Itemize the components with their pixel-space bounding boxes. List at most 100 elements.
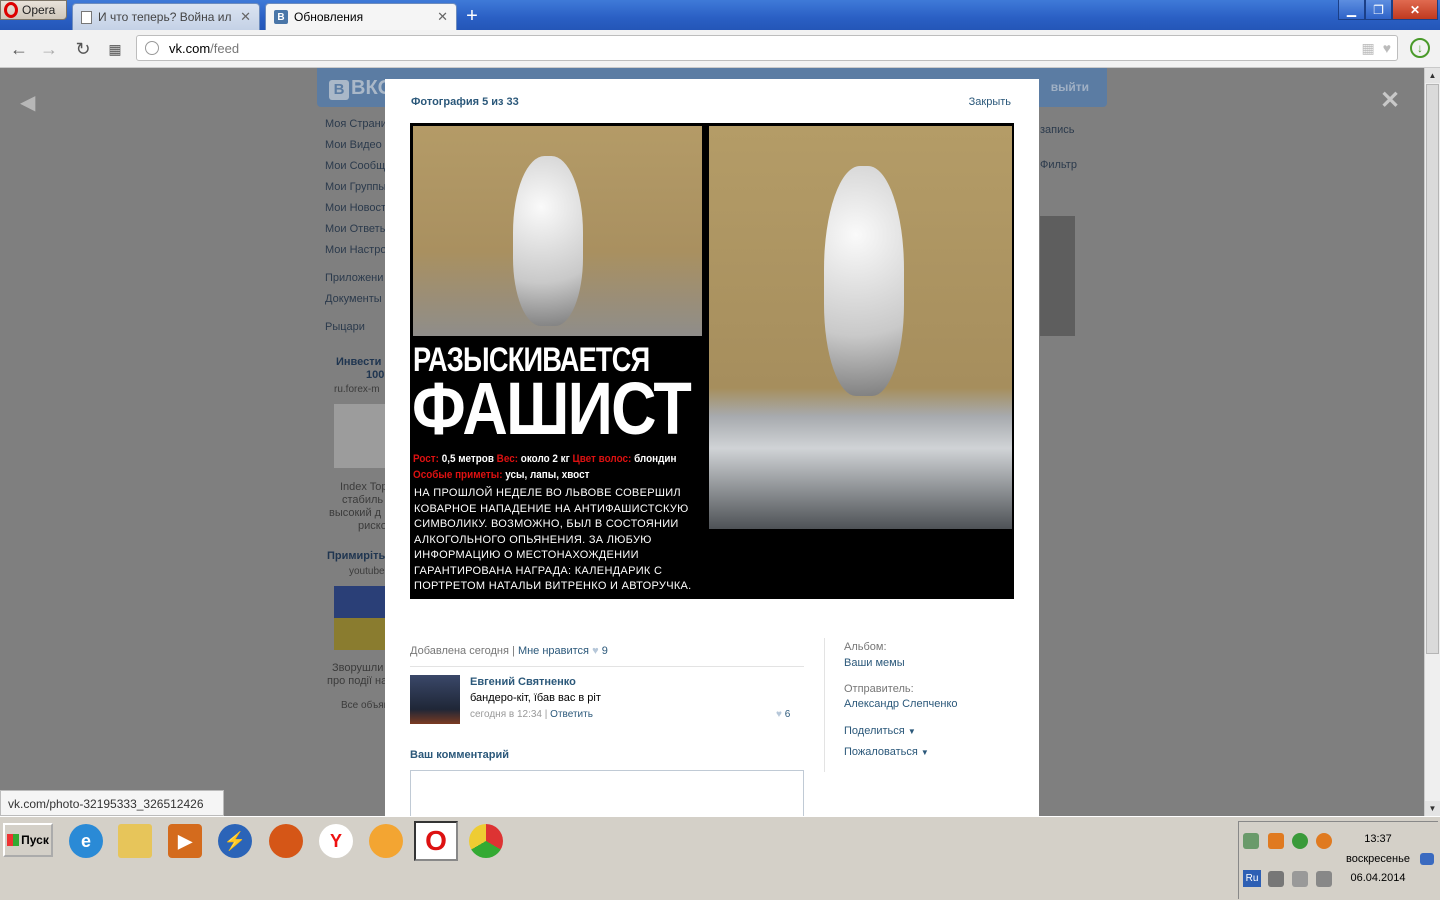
window-close-button[interactable]: ✕ xyxy=(1392,0,1438,20)
status-url: vk.com/photo-32195333_326512426 xyxy=(0,790,224,816)
sidebar-divider xyxy=(824,638,825,772)
comment-input[interactable] xyxy=(410,770,804,816)
ad2-title[interactable]: Примиріть xyxy=(327,550,385,562)
update-icon[interactable] xyxy=(1316,833,1332,849)
new-tab-button[interactable]: + xyxy=(461,5,483,27)
comment-author[interactable]: Евгений Святненко xyxy=(470,676,576,688)
clock-day: воскресенье xyxy=(1346,853,1410,865)
network-icon[interactable] xyxy=(1243,833,1259,849)
share-label: Поделиться xyxy=(844,725,905,737)
ad2-image[interactable] xyxy=(334,586,385,650)
yandex-icon[interactable]: Y xyxy=(319,824,353,858)
tray-app-icon[interactable] xyxy=(1268,833,1284,849)
menu-item[interactable]: Моя Страни xyxy=(325,118,385,139)
poster-signs: Особые приметы: усы, лапы, хвост xyxy=(413,469,589,481)
new-post-link[interactable]: запись xyxy=(1040,124,1075,136)
display-icon[interactable] xyxy=(1292,871,1308,887)
menu-item[interactable]: Мои Видео xyxy=(325,139,385,160)
scroll-down-icon[interactable]: ▼ xyxy=(1425,801,1440,816)
viewer-close-icon[interactable]: ✕ xyxy=(1380,86,1400,115)
address-bar[interactable]: vk.com/feed ▦ ♥ xyxy=(136,35,1398,61)
sender-label: Отправитель: xyxy=(844,683,914,695)
menu-item[interactable]: Мои Группы xyxy=(325,181,385,202)
url-host: vk.com xyxy=(169,40,211,56)
cat-photo-left xyxy=(413,126,702,336)
album-link[interactable]: Ваши мемы xyxy=(844,657,905,669)
back-arrow-icon[interactable]: ← xyxy=(8,38,30,60)
start-button[interactable]: Пуск xyxy=(3,823,53,857)
comment-like[interactable]: ♥ 6 xyxy=(776,709,790,720)
prev-photo-arrow-icon[interactable]: ◀ xyxy=(20,90,35,115)
heart-icon[interactable]: ♥ xyxy=(776,709,782,720)
like-button[interactable]: Мне нравится xyxy=(518,645,589,657)
firefox-icon[interactable] xyxy=(269,824,303,858)
ad1-text: риско xyxy=(358,520,385,532)
separator: | xyxy=(544,709,548,720)
minimize-button[interactable]: ▁ xyxy=(1338,0,1365,20)
menu-item[interactable]: Рыцари xyxy=(325,321,385,342)
opera-icon[interactable]: O xyxy=(414,821,458,861)
heart-bookmark-icon[interactable]: ♥ xyxy=(1383,40,1391,57)
scroll-thumb[interactable] xyxy=(1426,84,1439,654)
desktop-icon[interactable] xyxy=(1420,853,1434,865)
maximize-button[interactable]: ❐ xyxy=(1365,0,1392,20)
filter-link[interactable]: Фильтр xyxy=(1040,159,1077,171)
volume-icon[interactable] xyxy=(1316,871,1332,887)
feed-image[interactable] xyxy=(1040,216,1075,336)
opera-menu-button[interactable]: Opera xyxy=(0,0,67,20)
report-label: Пожаловаться xyxy=(844,746,918,758)
browser-toolbar: ← → ↻ ▦ vk.com/feed ▦ ♥ ↓ xyxy=(0,30,1440,68)
tab-close-icon[interactable]: ✕ xyxy=(240,9,251,25)
report-button[interactable]: Пожаловаться ▼ xyxy=(844,746,929,758)
menu-item[interactable]: Мои Настро xyxy=(325,244,385,265)
menu-item[interactable]: Документы xyxy=(325,293,385,314)
menu-item[interactable]: Мои Сообщ xyxy=(325,160,385,181)
opera-menu-label: Opera xyxy=(22,3,56,17)
grid-icon[interactable]: ▦ xyxy=(1361,40,1374,57)
sender-link[interactable]: Александр Слепченко xyxy=(844,698,958,710)
tab-close-icon[interactable]: ✕ xyxy=(437,9,448,25)
page-scrollbar[interactable]: ▲ ▼ xyxy=(1424,68,1440,816)
attr-label: Вес: xyxy=(496,453,519,465)
download-icon[interactable]: ↓ xyxy=(1410,38,1430,58)
ad1-title[interactable]: Инвести xyxy=(336,356,386,368)
media-player-icon[interactable]: ▶ xyxy=(168,824,202,858)
rss-icon[interactable] xyxy=(1268,871,1284,887)
menu-item[interactable]: Мои Ответы xyxy=(325,223,385,244)
flash-icon[interactable]: ⚡ xyxy=(218,824,252,858)
sync-icon[interactable] xyxy=(1292,833,1308,849)
your-comment-label: Ваш комментарий xyxy=(410,749,510,761)
heart-icon[interactable]: ♥ xyxy=(592,645,599,657)
menu-item[interactable]: Мои Новост xyxy=(325,202,385,223)
vk-logo[interactable]: B ВКО xyxy=(329,77,393,100)
tab-war[interactable]: И что теперь? Война ил ✕ xyxy=(72,3,260,30)
opera-logo-icon xyxy=(4,2,18,18)
reload-icon[interactable]: ↻ xyxy=(72,38,94,60)
site-info-icon[interactable] xyxy=(145,41,159,55)
photo-image[interactable]: РАЗЫСКИВАЕТСЯ ФАШИСТ Рост: 0,5 метров Ве… xyxy=(410,123,1014,599)
chrome-icon[interactable] xyxy=(469,824,503,858)
internet-explorer-icon[interactable]: e xyxy=(69,824,103,858)
reply-link[interactable]: Ответить xyxy=(550,709,593,720)
start-label: Пуск xyxy=(21,833,49,847)
speed-dial-icon[interactable]: ▦ xyxy=(104,38,126,60)
app-icon[interactable] xyxy=(369,824,403,858)
logout-link[interactable]: выйти xyxy=(1051,80,1089,94)
all-ads-link[interactable]: Все объяв xyxy=(341,700,385,711)
comment-time: сегодня в 12:34 xyxy=(470,709,542,720)
forward-arrow-icon[interactable]: → xyxy=(38,38,60,60)
close-link[interactable]: Закрыть xyxy=(969,96,1011,108)
clock-time[interactable]: 13:37 xyxy=(1338,833,1418,845)
scroll-up-icon[interactable]: ▲ xyxy=(1425,68,1440,83)
chevron-down-icon: ▼ xyxy=(920,748,929,757)
tab-updates[interactable]: B Обновления ✕ xyxy=(265,3,457,30)
folder-icon[interactable] xyxy=(118,824,152,858)
share-button[interactable]: Поделиться ▼ xyxy=(844,725,916,737)
ad2-text: про події на xyxy=(327,675,385,687)
cat-photo-right xyxy=(709,126,1012,529)
ad1-title-2[interactable]: 100 xyxy=(366,369,386,381)
avatar[interactable] xyxy=(410,675,460,724)
language-indicator[interactable]: Ru xyxy=(1243,870,1261,887)
menu-item[interactable]: Приложени xyxy=(325,272,385,293)
ad1-image[interactable] xyxy=(334,404,385,468)
